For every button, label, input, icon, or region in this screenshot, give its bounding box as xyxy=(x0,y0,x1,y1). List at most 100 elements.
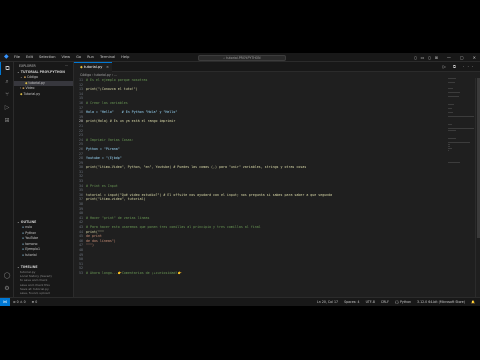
search-view-icon[interactable]: ⌕ xyxy=(0,75,14,88)
explorer-icon[interactable]: ⧉ xyxy=(0,62,14,75)
tab-bar: ◆ tutorial.py × ▷ ⧉ ··· xyxy=(74,62,480,72)
menu-edit[interactable]: Edit xyxy=(26,54,33,61)
code-editor[interactable]: 11 # Es el ejemplo porque nosotras 12 13 pri… xyxy=(74,78,480,297)
menu-run[interactable]: Run xyxy=(87,54,94,61)
editor-scrollbar[interactable] xyxy=(475,78,480,297)
code-text: print("Ltimo-Video", Python, "en", Youtu… xyxy=(86,165,307,170)
menu-help[interactable]: Help xyxy=(121,54,129,61)
menu-bar: File Edit Selection View Go Run Terminal… xyxy=(14,54,129,61)
menu-selection[interactable]: Selection xyxy=(39,54,56,61)
command-center-text: tutorial.PROY.PYTHON xyxy=(226,55,261,60)
menu-file[interactable]: File xyxy=(14,54,20,61)
minimap-line xyxy=(448,104,454,105)
layout-controls: ▯ ▭ ▯ ⊞ xyxy=(414,54,438,61)
editor-area: ◆ tutorial.py × ▷ ⧉ ··· Código › tutoria… xyxy=(74,62,480,297)
code-text: print("Ltimo-video", tutorial) xyxy=(86,197,146,202)
explorer-title: EXPLORER xyxy=(19,64,36,68)
manage-gear-icon[interactable]: ⚙ xyxy=(0,282,14,295)
code-text: print(Hola) # Es un ya está el rango imp… xyxy=(86,119,176,124)
tree-file-tutorial-root[interactable]: ◆ Tutorial.py xyxy=(14,92,73,98)
account-icon[interactable]: ◯ xyxy=(0,269,14,282)
code-text: # Imprimir Varias Cosas: xyxy=(86,137,134,142)
outline-panel: ⌄ OUTLINE ▫ nulo ▫ Python ▫ YouTube ▫ to… xyxy=(14,219,73,259)
explorer-header: EXPLORER ··· xyxy=(14,62,73,69)
tab-tutorial-py[interactable]: ◆ tutorial.py × xyxy=(74,62,112,72)
outline-item-label: Ejemplo1 xyxy=(25,247,41,251)
problems-indicator[interactable]: ⊗ 0 ⚠ 0 xyxy=(10,298,29,306)
cursor-position[interactable]: Ln 20, Col 17 xyxy=(314,298,341,306)
toggle-secondary-sidebar-icon[interactable]: ▯ xyxy=(428,54,430,61)
minimize-button[interactable]: — xyxy=(447,54,451,61)
outline-title: OUTLINE xyxy=(20,220,37,224)
minimap-line xyxy=(448,78,456,79)
minimap[interactable] xyxy=(448,78,474,178)
outline-item-label: nulo xyxy=(25,225,33,229)
minimap-line xyxy=(448,148,452,149)
remote-indicator-icon[interactable]: ⋈ xyxy=(0,298,10,306)
source-control-icon[interactable]: ⑂ xyxy=(0,88,14,101)
python-interpreter[interactable]: 3.12.0 64-bit (Microsoft Store) xyxy=(414,298,468,306)
run-debug-icon[interactable]: ▷ xyxy=(0,101,14,114)
project-name: TUTORIAL PROY.PYTHON xyxy=(20,70,65,74)
minimap-line xyxy=(448,130,456,131)
code-text: Youtube = "(Ejbdp" xyxy=(86,156,122,161)
timeline-title: TIMELINE xyxy=(20,265,38,269)
explorer-more-icon[interactable]: ··· xyxy=(65,64,68,68)
minimap-line xyxy=(448,142,470,143)
close-window-button[interactable]: ✕ xyxy=(473,54,476,61)
minimap-line xyxy=(448,108,453,109)
status-bar: ⋈ ⊗ 0 ⚠ 0 ⊕ 0 Ln 20, Col 17 Spaces: 4 UT… xyxy=(0,297,480,306)
minimap-line xyxy=(448,116,474,117)
ports-indicator[interactable]: ⊕ 0 xyxy=(29,298,41,306)
indentation[interactable]: Spaces: 4 xyxy=(341,298,363,306)
minimap-line xyxy=(448,138,456,139)
vscode-logo-icon: ◆ xyxy=(4,53,9,60)
minimap-line xyxy=(448,82,455,83)
outline-item-label: tomono xyxy=(25,241,38,246)
code-text: # Es el ejemplo porque nosotras xyxy=(86,78,148,82)
code-text: # Ahora longo...👉Comentarios de ¡+curios… xyxy=(86,270,182,275)
minimap-line xyxy=(448,150,449,151)
customize-layout-icon[interactable]: ⊞ xyxy=(435,54,438,61)
activity-bar: ⧉ ⌕ ⑂ ▷ ⊞ ◯ ⚙ xyxy=(0,62,14,297)
code-text: Python = "Pirana" xyxy=(86,146,120,151)
code-line[interactable]: 53 # Ahora longo...👉Comentarios de ¡+curi… xyxy=(74,271,480,276)
menu-terminal[interactable]: Terminal xyxy=(100,54,115,61)
extensions-icon[interactable]: ⊞ xyxy=(0,114,14,127)
minimap-line xyxy=(448,128,474,129)
language-mode[interactable]: {} Python xyxy=(392,298,414,306)
window-controls: — ▢ ✕ xyxy=(447,54,476,61)
outline-item-label: Python xyxy=(25,230,37,235)
notifications-bell-icon[interactable]: 🔔 xyxy=(468,298,478,306)
menu-view[interactable]: View xyxy=(62,54,71,61)
close-tab-icon[interactable]: × xyxy=(106,63,109,72)
minimap-line xyxy=(448,112,453,113)
minimap-line xyxy=(448,88,454,89)
encoding[interactable]: UTF-8 xyxy=(363,298,378,306)
code-text: # Crear las variables xyxy=(86,100,128,105)
code-text: # Para hacer esto usaremos que ponen tre… xyxy=(86,225,261,229)
menu-go[interactable]: Go xyxy=(76,54,81,61)
timeline-panel: ⌄ TIMELINE tutorial.py Local history (Sa… xyxy=(14,264,73,295)
minimap-line xyxy=(448,92,460,93)
tree-item-label: Código xyxy=(26,75,38,79)
minimap-line xyxy=(448,162,460,163)
code-text: """) xyxy=(86,243,94,248)
tree-item-label: Tutorial.py xyxy=(23,91,41,96)
line-ending[interactable]: CRLF xyxy=(378,298,392,306)
tab-label: tutorial.py xyxy=(83,65,103,69)
minimap-line xyxy=(448,146,450,147)
maximize-button[interactable]: ▢ xyxy=(460,54,464,61)
minimap-line xyxy=(448,144,451,145)
editor-actions[interactable]: ▷ ⧉ ··· xyxy=(443,64,476,69)
minimap-line xyxy=(448,124,452,125)
outline-item[interactable]: ▫ tutorial xyxy=(14,252,73,259)
toggle-panel-icon[interactable]: ▭ xyxy=(421,54,425,61)
outline-item-label: tutorial xyxy=(25,252,37,257)
timeline-item[interactable]: save, found, upload xyxy=(14,291,73,295)
line-number: 53 xyxy=(79,270,83,275)
code-text: # Hacer "print" de varias líneas xyxy=(86,215,150,220)
code-text: print("¡Conozca el tuto!") xyxy=(86,87,138,92)
toggle-sidebar-icon[interactable]: ▯ xyxy=(414,54,416,61)
command-center-search[interactable]: ⌕ tutorial.PROY.PYTHON xyxy=(198,54,286,61)
